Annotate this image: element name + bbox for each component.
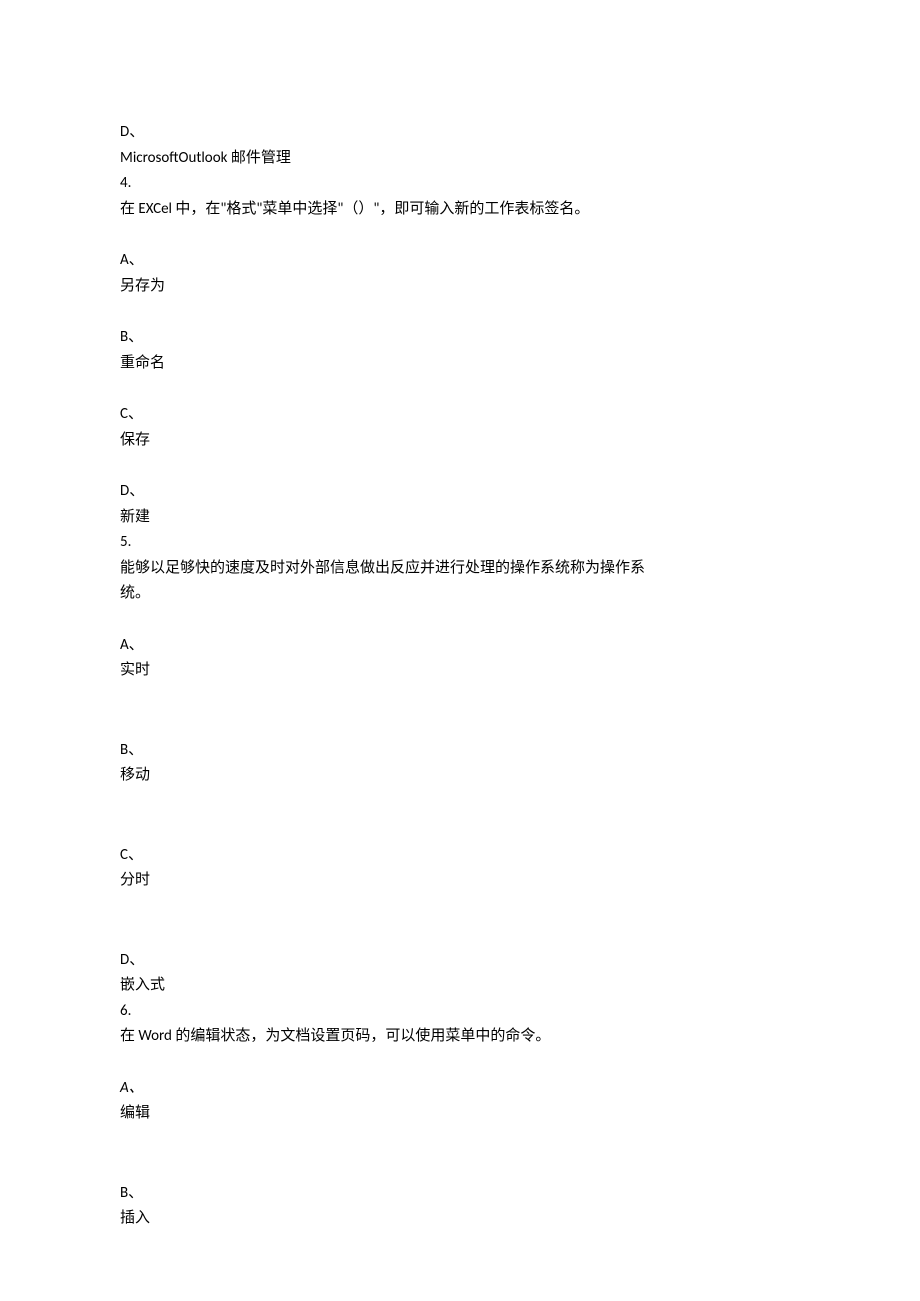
q5-option-c-letter: C、	[120, 843, 800, 869]
q5-option-d-text: 嵌入式	[120, 973, 800, 999]
question-6-stem: 在 Word 的编辑状态，为文档设置页码，可以使用菜单中的命令。	[120, 1024, 800, 1050]
option-d-text: MicrosoftOutlook 邮件管理	[120, 146, 800, 172]
q4-option-c-letter: C、	[120, 402, 800, 428]
q4-option-b-letter: B、	[120, 325, 800, 351]
q6-option-b-text: 插入	[120, 1206, 800, 1232]
question-5-stem-line2: 统。	[120, 581, 800, 607]
q5-option-c-text: 分时	[120, 868, 800, 894]
q5-option-a-letter: A、	[120, 633, 800, 659]
option-d-letter: D、	[120, 120, 800, 146]
question-5-number: 5.	[120, 530, 800, 556]
question-6-number: 6.	[120, 999, 800, 1025]
q4-option-c-text: 保存	[120, 428, 800, 454]
q4-option-b-text: 重命名	[120, 351, 800, 377]
q6-option-a-text: 编辑	[120, 1101, 800, 1127]
q4-option-d-letter: D、	[120, 479, 800, 505]
q4-option-a-letter: A、	[120, 248, 800, 274]
question-5-stem-line1: 能够以足够快的速度及时对外部信息做出反应并进行处理的操作系统称为操作系	[120, 556, 800, 582]
q5-option-a-text: 实时	[120, 658, 800, 684]
question-4-number: 4.	[120, 171, 800, 197]
q5-option-b-letter: B、	[120, 738, 800, 764]
q4-option-d-text: 新建	[120, 505, 800, 531]
question-4-stem: 在 EXCel 中，在"格式"菜单中选择"（）"，即可输入新的工作表标签名。	[120, 197, 800, 223]
q5-option-b-text: 移动	[120, 763, 800, 789]
q4-option-a-text: 另存为	[120, 274, 800, 300]
q5-option-d-letter: D、	[120, 948, 800, 974]
q6-option-a-letter: A、	[120, 1076, 800, 1102]
q6-option-b-letter: B、	[120, 1181, 800, 1207]
